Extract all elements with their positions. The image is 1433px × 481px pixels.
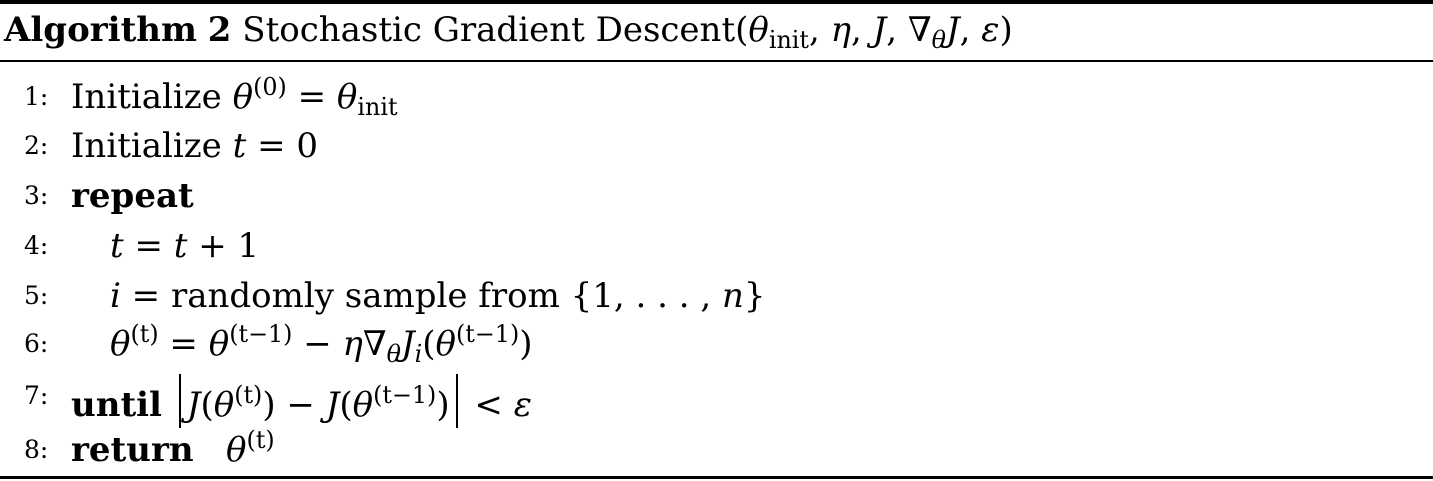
line-code: t = t + 1 (110, 224, 259, 268)
return-statement: return θ(t) (71, 428, 275, 472)
algorithm-number: 2 (207, 10, 232, 50)
superscript: (t) (246, 425, 275, 454)
less-than: < (463, 385, 514, 425)
objective-symbol: J (325, 385, 340, 425)
abs-bar-left (178, 374, 181, 428)
sample-text: randomly sample from {1, . . . , (170, 276, 722, 316)
nabla-symbol: ∇ (907, 10, 932, 50)
epsilon-symbol: ε (981, 10, 1000, 50)
equals: = (120, 276, 171, 316)
theta-symbol: θ (435, 324, 457, 364)
epsilon-symbol: ε (513, 385, 532, 425)
superscript: (0) (253, 72, 287, 101)
algorithm-label: Algorithm (4, 10, 197, 50)
objective-symbol: J (401, 324, 415, 364)
paren-open: ( (200, 385, 214, 425)
theta-subscript: θ (386, 340, 401, 369)
equals: = (286, 77, 337, 117)
line-number: 7: (24, 381, 49, 410)
superscript: (t) (234, 380, 263, 409)
line-code: Initialize t = 0 (71, 124, 318, 168)
line-code: i = randomly sample from {1, . . . , n} (110, 274, 766, 318)
separator: , (809, 10, 831, 50)
objective-symbol: J (872, 10, 887, 50)
t-variable: t (173, 226, 188, 266)
eta-symbol: η (830, 10, 851, 50)
line-number: 4: (24, 231, 49, 260)
init-subscript: init (357, 93, 398, 122)
statement-word: Initialize (71, 77, 222, 117)
until-keyword: until (71, 385, 162, 425)
theta-symbol: θ (336, 77, 358, 117)
objective-symbol: J (945, 10, 960, 50)
separator: , (886, 10, 908, 50)
line-number: 2: (24, 131, 49, 160)
superscript: (t−1) (229, 319, 293, 348)
repeat-keyword: repeat (71, 176, 194, 216)
t-variable: t (110, 226, 124, 266)
algorithm-caption: Algorithm 2 Stochastic Gradient Descent(… (4, 10, 1013, 52)
algorithm-title: Stochastic Gradient Descent (242, 10, 736, 50)
top-rule (0, 0, 1433, 4)
theta-symbol: θ (352, 385, 374, 425)
separator: , (959, 10, 982, 50)
brace-close: } (743, 276, 766, 316)
until-condition: until J(θ(t)) − J(θ(t−1)) < ε (71, 374, 532, 428)
abs-bar-right (455, 374, 458, 428)
assignment: = 0 (246, 126, 319, 166)
line-number: 3: (24, 181, 49, 210)
paren-open: ( (339, 385, 353, 425)
theta-subscript: θ (931, 26, 946, 55)
theta-symbol: θ (232, 77, 254, 117)
return-keyword: return (71, 430, 194, 470)
minus: − (275, 385, 326, 425)
superscript: (t−1) (373, 380, 437, 409)
line-number: 5: (24, 281, 49, 310)
equals: = (158, 324, 209, 364)
paren-close: ) (999, 10, 1013, 50)
equals: = (123, 226, 174, 266)
theta-symbol: θ (213, 385, 235, 425)
theta-symbol: θ (208, 324, 230, 364)
theta-symbol: θ (226, 430, 247, 470)
line-number: 1: (24, 82, 49, 111)
paren-open: ( (422, 324, 436, 364)
paren-close: ) (519, 324, 533, 364)
separator: , (851, 10, 873, 50)
eta-symbol: η (342, 324, 363, 364)
line-number: 8: (24, 435, 49, 464)
caption-rule (0, 60, 1433, 62)
superscript: (t−1) (456, 319, 520, 348)
line-code: Initialize θ(0) = θinit (71, 75, 398, 119)
line-number: 6: (24, 329, 49, 358)
statement-word: Initialize (71, 126, 222, 166)
increment: + 1 (187, 226, 260, 266)
t-variable: t (232, 126, 247, 166)
nabla-symbol: ∇ (362, 324, 387, 364)
bottom-rule (0, 476, 1433, 479)
update-equation: θ(t) = θ(t−1) − η∇θJi(θ(t−1)) (110, 322, 533, 366)
objective-symbol: J (186, 385, 201, 425)
init-subscript: init (768, 26, 809, 55)
paren-open: ( (735, 10, 749, 50)
i-variable: i (110, 276, 121, 316)
paren-close: ) (436, 385, 450, 425)
superscript: (t) (130, 319, 159, 348)
n-variable: n (722, 276, 744, 316)
theta-symbol: θ (110, 324, 131, 364)
paren-close: ) (262, 385, 276, 425)
theta-symbol: θ (748, 10, 769, 50)
minus: − (292, 324, 343, 364)
